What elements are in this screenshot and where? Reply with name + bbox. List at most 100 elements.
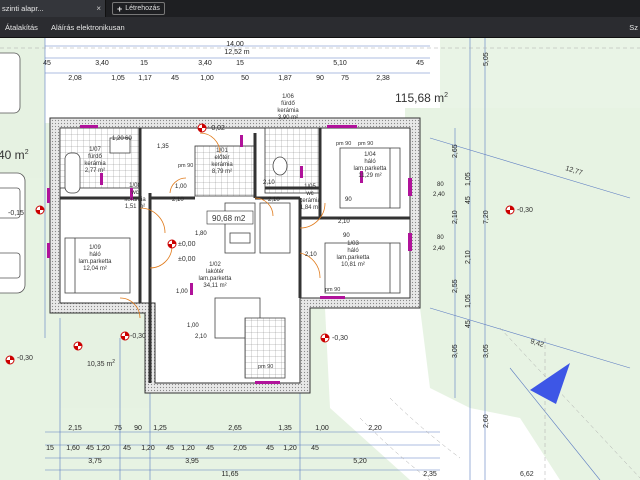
dimension-label: 3,75: [88, 458, 102, 465]
tab-bar: szinti alapr... × + Létrehozás: [0, 0, 640, 17]
room-label: 1/06fürdőkerámia3,90 m²: [277, 94, 299, 121]
dimension-label: 2,10: [268, 197, 280, 203]
dimension-label: 2,10: [305, 252, 317, 258]
dimension-label: 15: [140, 60, 148, 67]
level-label: ±0,00: [178, 256, 196, 263]
dimension-label: 75: [341, 75, 349, 82]
svg-text:1/01: 1/01: [216, 148, 228, 154]
level-marker: [167, 239, 177, 249]
dimension-label: 14,00: [226, 41, 244, 48]
level-label: -0,30: [332, 335, 348, 342]
dimension-label: 1,00: [315, 425, 329, 432]
dimension-label: 2,10: [195, 334, 207, 340]
dimension-label: 1,20: [141, 445, 155, 452]
dimension-label: 90: [345, 197, 352, 203]
svg-text:wc: wc: [130, 190, 138, 196]
dimension-label: 60: [125, 136, 132, 142]
dimension-label: 1,00: [176, 289, 188, 295]
dimension-label: 3,05: [452, 344, 459, 358]
svg-text:1/07: 1/07: [89, 147, 101, 153]
dimension-label: 90: [316, 75, 324, 82]
dimension-label: 1,35: [278, 425, 292, 432]
dimension-label: 1,17: [138, 75, 152, 82]
level-label: -0,15: [8, 210, 24, 217]
dimension-label: 1,60: [66, 445, 80, 452]
svg-text:1/09: 1/09: [89, 245, 101, 251]
total-area-label: 115,68 m2: [395, 91, 448, 105]
window-label: pm 90: [336, 141, 351, 147]
svg-text:wc: wc: [305, 191, 313, 197]
new-tab-button[interactable]: + Létrehozás: [112, 2, 165, 15]
dimension-label: 45: [171, 75, 179, 82]
dimension-label: 1,25: [153, 425, 167, 432]
document-tab[interactable]: szinti alapr... ×: [0, 0, 106, 17]
dimension-label: 1,20: [96, 445, 110, 452]
top-dimensions: 14,00 12,52 m 45 3,40 15 3,40 15 5,10 45…: [43, 41, 424, 82]
level-label: -0,02: [209, 125, 225, 132]
dimension-label: 1,05: [465, 172, 472, 186]
plus-icon: +: [117, 3, 123, 14]
svg-text:1/04: 1/04: [364, 152, 376, 158]
document-tab-label: szinti alapr...: [2, 4, 44, 13]
dimension-label: 5,05: [483, 52, 490, 66]
level-marker: [505, 205, 515, 215]
dimension-label: 45: [465, 320, 472, 328]
svg-text:1/06: 1/06: [282, 94, 294, 100]
dimension-label: 2,15: [68, 425, 82, 432]
svg-text:kerámia: kerámia: [84, 161, 106, 167]
svg-text:1/02: 1/02: [209, 262, 221, 268]
mid-area-label: 90,68 m2: [212, 214, 246, 223]
dimension-label: 1,35: [157, 144, 169, 150]
svg-text:1/05: 1/05: [304, 184, 316, 190]
dimension-label: 2,35: [423, 471, 437, 478]
window-label: pm 90: [258, 364, 273, 370]
svg-text:kerámia: kerámia: [299, 198, 321, 204]
level-marker: [35, 205, 45, 215]
dimension-label: 15: [236, 60, 244, 67]
menu-item-right[interactable]: Sz: [629, 23, 638, 32]
level-label: -0,30: [17, 355, 33, 362]
svg-text:12,04 m²: 12,04 m²: [83, 266, 107, 272]
dimension-label: 45: [123, 445, 131, 452]
svg-text:lam.parketta: lam.parketta: [336, 255, 370, 261]
dimension-label: 75: [114, 425, 122, 432]
dimension-label: 2,10: [465, 250, 472, 264]
dimension-label: 45: [416, 60, 424, 67]
menu-item-convert[interactable]: Átalakítás: [5, 23, 38, 32]
svg-text:1/08: 1/08: [129, 183, 141, 189]
dimension-label: 11,65: [222, 471, 239, 478]
dimension-label: 2,55: [452, 279, 459, 293]
svg-text:kerámia: kerámia: [124, 197, 146, 203]
document-canvas[interactable]: -0,02 ±0,00 ±0,00 -0,15 -0,30 -0,30 -0,3…: [0, 38, 640, 480]
dimension-label: 2,38: [376, 75, 390, 82]
level-label: -0,30: [130, 333, 146, 340]
left-area-label: 40 m2: [0, 148, 29, 162]
menu-item-esign[interactable]: Aláírás elektronikusan: [51, 23, 125, 32]
dimension-label: 2,10: [263, 180, 275, 186]
dimension-label: 45: [465, 196, 472, 204]
dimension-label: 12,52 m: [224, 49, 249, 56]
dimension-label: 2,08: [68, 75, 82, 82]
dimension-label: 2,65: [452, 144, 459, 158]
dimension-label: 2,40: [433, 246, 445, 252]
dimension-label: 1,05: [111, 75, 125, 82]
dimension-label: 2,40: [433, 192, 445, 198]
svg-text:fürdő: fürdő: [281, 101, 295, 107]
svg-text:kerámia: kerámia: [277, 108, 299, 114]
svg-text:2,77 m²: 2,77 m²: [85, 168, 105, 174]
dimension-label: 90: [134, 425, 142, 432]
dimension-label: 1,87: [278, 75, 292, 82]
dimension-label: 45: [206, 445, 214, 452]
svg-text:kerámia: kerámia: [211, 162, 233, 168]
menu-bar: Átalakítás Aláírás elektronikusan Sz: [0, 17, 640, 38]
dimension-label: 2,65: [228, 425, 242, 432]
svg-text:1/03: 1/03: [347, 241, 359, 247]
floor-plan: -0,02 ±0,00 ±0,00 -0,15 -0,30 -0,30 -0,3…: [0, 38, 640, 480]
svg-text:lam.parketta: lam.parketta: [353, 166, 387, 172]
level-marker: [5, 355, 15, 365]
window-label: pm 90: [178, 163, 193, 169]
close-icon[interactable]: ×: [96, 4, 101, 13]
svg-text:háló: háló: [347, 248, 359, 254]
svg-text:1,84 m²: 1,84 m²: [300, 205, 320, 211]
level-label: ±0,00: [178, 241, 196, 248]
